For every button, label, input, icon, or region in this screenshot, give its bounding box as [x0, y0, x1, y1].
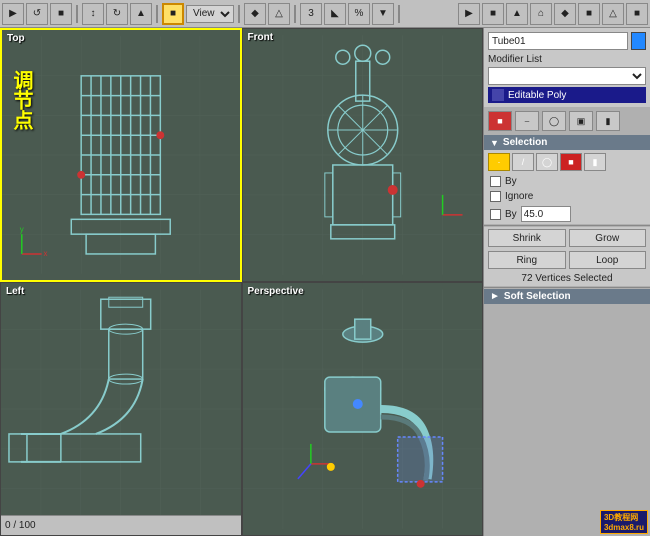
object-color-swatch[interactable] [631, 32, 646, 50]
sel-edge-icon[interactable]: / [512, 153, 534, 171]
viewport-perspective[interactable]: Perspective [242, 282, 484, 536]
watermark: 3D教程网3dmax8.ru [600, 510, 648, 534]
sep-line-2 [484, 287, 650, 288]
right-panel: Modifier List Editable Poly ■ ⎯ ◯ ▣ ▮ ▼ … [483, 28, 650, 536]
svg-text:y: y [20, 225, 24, 234]
toolbar-rotate[interactable]: ↻ [106, 3, 128, 25]
grow-btn[interactable]: Grow [569, 229, 647, 247]
toolbar-btn-1[interactable]: ▶ [2, 3, 24, 25]
toolbar-num1[interactable]: 3 [300, 3, 322, 25]
main-toolbar: ▶ ↺ ■ ↕ ↻ ▲ ■ View ◆ △ 3 ◣ % ▼ ▶ ■ ▲ ⌂ ◆… [0, 0, 650, 28]
loop-btn[interactable]: Loop [569, 251, 647, 269]
toolbar-right-1[interactable]: ▶ [458, 3, 480, 25]
sep-line-1 [484, 225, 650, 226]
viewport-top-svg: x y [2, 30, 240, 280]
frame-indicator: 0 / 100 [5, 520, 36, 531]
toolbar-active-btn[interactable]: ■ [162, 3, 184, 25]
object-name-input[interactable] [488, 32, 628, 50]
viewport-left-svg [1, 283, 241, 535]
statusbar: 0 / 100 [1, 515, 241, 535]
toolbar-btn-5[interactable]: △ [268, 3, 290, 25]
viewport-left-label: Left [6, 286, 24, 297]
selection-header: ▼ Selection [484, 135, 650, 150]
ring-btn[interactable]: Ring [488, 251, 566, 269]
toolbar-right-7[interactable]: △ [602, 3, 624, 25]
subobj-poly-btn[interactable]: ▣ [569, 111, 593, 131]
toolbar-right-6[interactable]: ■ [578, 3, 600, 25]
soft-expand-icon: ► [490, 291, 500, 302]
by-checkbox[interactable] [490, 176, 501, 187]
selection-panel: ▼ Selection · / ◯ ■ ▮ By [484, 135, 650, 304]
chinese-annotation: 调节点 [10, 70, 32, 130]
toolbar-right-4[interactable]: ⌂ [530, 3, 552, 25]
by2-checkbox[interactable] [490, 209, 501, 220]
by-checkbox-row: By [484, 174, 650, 189]
toolbar-btn-6[interactable]: ◣ [324, 3, 346, 25]
toolbar-scale[interactable]: ▲ [130, 3, 152, 25]
ring-loop-row: Ring Loop [484, 249, 650, 271]
toolbar-right-5[interactable]: ◆ [554, 3, 576, 25]
viewport-top-label: Top [7, 33, 25, 44]
view-dropdown[interactable]: View [186, 5, 234, 23]
toolbar-percent[interactable]: % [348, 3, 370, 25]
toolbar-btn-4[interactable]: ◆ [244, 3, 266, 25]
by-value-row: By [484, 204, 650, 224]
subobj-border-btn[interactable]: ◯ [542, 111, 566, 131]
sep-2 [156, 5, 158, 23]
sep-1 [76, 5, 78, 23]
sel-poly-icon[interactable]: ■ [560, 153, 582, 171]
sel-border-icon[interactable]: ◯ [536, 153, 558, 171]
toolbar-btn-7[interactable]: ▼ [372, 3, 394, 25]
ignore-label: Ignore [505, 191, 533, 202]
main-area: Top 调节点 [0, 28, 650, 536]
toolbar-right-8[interactable]: ■ [626, 3, 648, 25]
shrink-grow-row: Shrink Grow [484, 227, 650, 249]
selection-icons-row: · / ◯ ■ ▮ [484, 150, 650, 174]
ignore-checkbox-row: Ignore [484, 189, 650, 204]
right-panel-scroll: ▼ Selection · / ◯ ■ ▮ By [484, 135, 650, 536]
subobj-vertex-btn[interactable]: ■ [488, 111, 512, 131]
viewport-perspective-label: Perspective [248, 286, 304, 297]
sel-vertex-icon[interactable]: · [488, 153, 510, 171]
toolbar-btn-2[interactable]: ↺ [26, 3, 48, 25]
sep-3 [238, 5, 240, 23]
sep-4 [294, 5, 296, 23]
toolbar-move[interactable]: ↕ [82, 3, 104, 25]
viewport-front[interactable]: Front [242, 28, 484, 282]
subobj-row: ■ ⎯ ◯ ▣ ▮ [484, 107, 650, 135]
panel-top: Modifier List Editable Poly [484, 28, 650, 107]
object-name-row [488, 32, 646, 50]
shrink-btn[interactable]: Shrink [488, 229, 566, 247]
svg-text:x: x [44, 249, 48, 258]
toolbar-btn-3[interactable]: ■ [50, 3, 72, 25]
modifier-icon [492, 89, 504, 101]
soft-selection-title: Soft Selection [504, 291, 571, 302]
selection-title: Selection [503, 137, 547, 148]
by2-spinbox[interactable] [521, 206, 571, 222]
sep-5 [398, 5, 400, 23]
subobj-edge-btn[interactable]: ⎯ [515, 111, 539, 131]
viewport-container: Top 调节点 [0, 28, 483, 536]
ignore-checkbox[interactable] [490, 191, 501, 202]
modifier-list-label: Modifier List [488, 54, 646, 65]
soft-selection-header[interactable]: ► Soft Selection [484, 289, 650, 304]
viewport-left[interactable]: Left [0, 282, 242, 536]
modifier-stack-item[interactable]: Editable Poly [488, 87, 646, 103]
modifier-name: Editable Poly [508, 90, 566, 101]
viewport-front-label: Front [248, 32, 274, 43]
toolbar-right-3[interactable]: ▲ [506, 3, 528, 25]
by2-label: By [505, 209, 517, 220]
viewport-perspective-svg [243, 283, 483, 535]
subobj-element-btn[interactable]: ▮ [596, 111, 620, 131]
by-label: By [505, 176, 517, 187]
viewport-front-svg [243, 29, 483, 281]
expand-icon: ▼ [490, 138, 499, 148]
modifier-dropdown[interactable] [488, 67, 646, 85]
sel-elem-icon[interactable]: ▮ [584, 153, 606, 171]
viewport-top[interactable]: Top 调节点 [0, 28, 242, 282]
toolbar-right-2[interactable]: ■ [482, 3, 504, 25]
selection-status: 72 Vertices Selected [484, 271, 650, 286]
